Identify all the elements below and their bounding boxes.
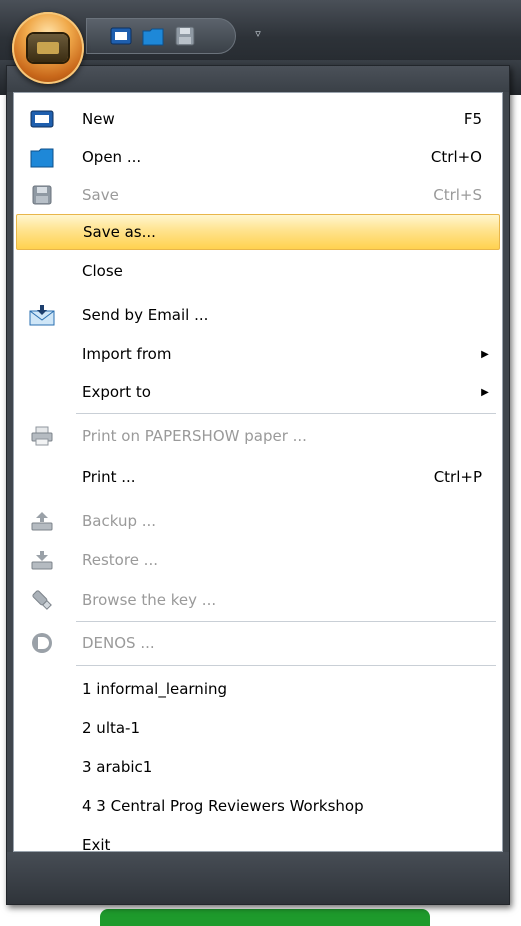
menu-item-shortcut: Ctrl+P [433, 468, 482, 486]
menu-item-print-papershow[interactable]: Print on PAPERSHOW paper ... [16, 418, 500, 454]
application-menu: New F5 Open ... Ctrl+O Save Ctrl+S Save … [6, 65, 510, 905]
menu-item-send-by-email[interactable]: Send by Email ... [16, 297, 500, 333]
menu-item-label: Exit [82, 836, 111, 854]
email-icon [29, 305, 55, 326]
new-document-icon [30, 110, 54, 128]
menu-item-exit[interactable]: Exit [16, 827, 500, 863]
customize-toolbar-arrow-icon[interactable]: ▿ [250, 24, 266, 44]
menu-item-label: 4 3 Central Prog Reviewers Workshop [82, 797, 364, 815]
menu-item-browse-key[interactable]: Browse the key ... [16, 582, 500, 618]
qat-open-button[interactable] [141, 24, 165, 48]
submenu-arrow-icon: ▶ [481, 386, 489, 398]
submenu-arrow-icon: ▶ [481, 348, 489, 360]
app-logo-icon [28, 34, 68, 62]
save-disk-icon [32, 185, 52, 205]
menu-item-import-from[interactable]: Import from ▶ [16, 336, 500, 372]
menu-item-save-as[interactable]: Save as... [16, 214, 500, 250]
backup-icon [31, 512, 53, 531]
menu-item-label: New [82, 110, 115, 128]
usb-key-icon [32, 590, 52, 610]
menu-item-restore[interactable]: Restore ... [16, 542, 500, 578]
menu-separator [76, 665, 496, 666]
printer-icon [31, 426, 53, 446]
menu-item-label: 2 ulta-1 [82, 719, 141, 737]
application-menu-button[interactable] [12, 12, 84, 84]
menu-item-label: Backup ... [82, 512, 157, 530]
menu-header [7, 66, 509, 92]
menu-item-label: Export to [82, 383, 151, 401]
menu-item-label: Restore ... [82, 551, 158, 569]
menu-item-label: Close [82, 262, 123, 280]
qat-save-button[interactable] [173, 24, 197, 48]
menu-item-label: Open ... [82, 148, 142, 166]
menu-item-label: Print ... [82, 468, 136, 486]
menu-item-new[interactable]: New F5 [16, 101, 500, 137]
menu-item-open[interactable]: Open ... Ctrl+O [16, 139, 500, 175]
menu-separator [76, 621, 496, 622]
menu-separator [76, 413, 496, 414]
menu-item-recent-file[interactable]: 1 informal_learning [16, 671, 500, 707]
menu-item-label: DENOS ... [82, 634, 155, 652]
restore-icon [31, 551, 53, 570]
save-disk-icon [175, 26, 195, 46]
menu-item-label: 1 informal_learning [82, 680, 228, 698]
menu-item-export-to[interactable]: Export to ▶ [16, 374, 500, 410]
menu-item-label: Send by Email ... [82, 306, 209, 324]
menu-item-recent-file[interactable]: 4 3 Central Prog Reviewers Workshop [16, 788, 500, 824]
menu-item-list: New F5 Open ... Ctrl+O Save Ctrl+S Save … [13, 92, 503, 854]
open-folder-icon [30, 148, 54, 168]
menu-item-denos[interactable]: DENOS ... [16, 625, 500, 661]
menu-item-label: Print on PAPERSHOW paper ... [82, 427, 307, 445]
menu-item-shortcut: Ctrl+O [430, 148, 482, 166]
menu-item-backup[interactable]: Backup ... [16, 503, 500, 539]
menu-item-shortcut: F5 [463, 110, 482, 128]
menu-item-close[interactable]: Close [16, 253, 500, 289]
menu-item-recent-file[interactable]: 3 arabic1 [16, 749, 500, 785]
new-document-icon [110, 27, 132, 45]
menu-item-recent-file[interactable]: 2 ulta-1 [16, 710, 500, 746]
quick-access-toolbar [86, 18, 236, 54]
open-folder-icon [142, 28, 164, 46]
menu-item-label: Save [82, 186, 119, 204]
menu-item-label: Browse the key ... [82, 591, 217, 609]
menu-item-label: Save as... [83, 223, 156, 241]
menu-item-save[interactable]: Save Ctrl+S [16, 177, 500, 213]
qat-new-button[interactable] [109, 24, 133, 48]
menu-item-print[interactable]: Print ... Ctrl+P [16, 459, 500, 495]
menu-item-label: Import from [82, 345, 172, 363]
denos-icon [32, 633, 52, 653]
menu-item-label: 3 arabic1 [82, 758, 153, 776]
menu-item-shortcut: Ctrl+S [433, 186, 482, 204]
